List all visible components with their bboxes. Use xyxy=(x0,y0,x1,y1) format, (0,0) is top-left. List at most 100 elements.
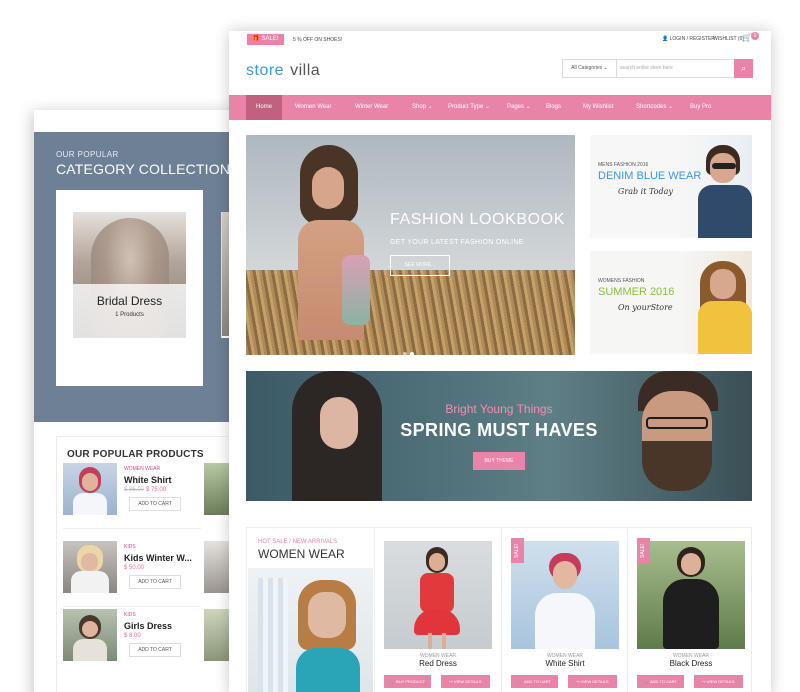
bridal-dress-photo: Bridal Dress 1 Products xyxy=(73,212,186,338)
product-card[interactable]: SALE! WOMEN WEAR Black Dress 🛒 ADD TO CA… xyxy=(631,528,758,692)
site-logo[interactable]: store villa xyxy=(246,62,320,80)
add-to-cart-button[interactable]: ADD TO CART xyxy=(129,643,181,657)
banner-script: On yourStore xyxy=(618,303,673,312)
popular-products-title: OUR POPULAR PRODUCTS xyxy=(67,449,204,460)
sale-tag: SALE! xyxy=(637,538,650,563)
product-image[interactable] xyxy=(384,541,492,649)
nav-home[interactable]: Home xyxy=(246,95,283,120)
sale-tag: SALE! xyxy=(511,538,524,563)
nav-product-type[interactable]: Product Type ⌄ xyxy=(448,95,490,120)
add-to-cart-button[interactable]: 🛒 ADD TO CART xyxy=(637,675,684,688)
view-details-button[interactable]: ↪ VIEW DETAILS xyxy=(441,675,490,688)
search-icon: ⌕ xyxy=(740,63,747,73)
category-card[interactable]: Bridal Dress 1 Products xyxy=(56,190,203,386)
cart-icon: 🛒 xyxy=(389,679,395,684)
nav-shortcodes[interactable]: Shortcodes ⌄ xyxy=(636,95,673,120)
list-item[interactable]: KIDS Girls Dress $ 8.00 ADD TO CART xyxy=(63,609,238,667)
promo-text: 5 % OFF ON SHOES! xyxy=(293,37,343,43)
gift-icon: 🎁 xyxy=(252,36,260,42)
product-name[interactable]: White Shirt xyxy=(124,475,172,485)
product-name[interactable]: Girls Dress xyxy=(124,621,172,631)
product-card[interactable]: WOMEN WEAR Red Dress 🛒 BUY PRODUCT ↪ VIE… xyxy=(378,528,505,692)
spring-banner[interactable]: Bright Young Things SPRING MUST HAVES BU… xyxy=(246,371,752,501)
buy-theme-button[interactable]: BUY THEME xyxy=(473,452,525,470)
search-input[interactable]: search entire store here xyxy=(620,60,728,77)
product-image[interactable] xyxy=(637,541,745,649)
product-image[interactable] xyxy=(511,541,619,649)
nav-shop[interactable]: Shop ⌄ xyxy=(412,95,433,120)
spring-title: SPRING MUST HAVES xyxy=(400,420,598,440)
buy-product-button[interactable]: 🛒 BUY PRODUCT xyxy=(384,675,431,688)
product-price: $ 50.00 xyxy=(124,565,145,571)
share-icon: ↪ xyxy=(576,679,580,684)
category-card-count: 1 Products xyxy=(115,312,144,318)
banner-title: DENIM BLUE WEAR xyxy=(598,170,702,182)
spring-subtitle: Bright Young Things xyxy=(445,402,553,416)
slider-dot-active[interactable] xyxy=(410,352,414,355)
product-name[interactable]: Black Dress xyxy=(631,659,751,668)
women-wear-section: HOT SALE / NEW ARRIVALS WOMEN WEAR WOMEN… xyxy=(246,527,752,692)
add-to-cart-button[interactable]: 🛒 ADD TO CART xyxy=(511,675,558,688)
hero-model-image xyxy=(290,145,370,345)
see-more-button[interactable]: SEE MORE... xyxy=(390,255,450,276)
sale-badge[interactable]: 🎁 SALE! xyxy=(247,34,284,45)
user-icon: 👤 xyxy=(662,36,669,42)
mens-fashion-banner[interactable]: MENS FASHION 2016 DENIM BLUE WEAR Grab i… xyxy=(590,135,752,238)
slider-dots xyxy=(403,343,417,355)
section-title: WOMEN WEAR xyxy=(258,547,345,561)
section-kicker: HOT SALE / NEW ARRIVALS xyxy=(258,539,338,545)
search-bar: All Categories ⌄ search entire store her… xyxy=(562,59,753,78)
homepage-preview: 🎁 SALE! 5 % OFF ON SHOES! 👤 LOGIN / REGIS… xyxy=(229,31,771,692)
top-bar: 🎁 SALE! 5 % OFF ON SHOES! 👤 LOGIN / REGIS… xyxy=(229,31,771,49)
view-details-button[interactable]: ↪ VIEW DETAILS xyxy=(568,675,617,688)
nav-winter-wear[interactable]: Winter Wear xyxy=(355,95,388,120)
product-price: $ 85.00 $ 75.00 xyxy=(124,487,167,493)
cart-icon: 🛒 xyxy=(518,679,524,684)
female-model-image xyxy=(694,257,752,354)
slider-dot[interactable] xyxy=(403,352,407,355)
womens-fashion-banner[interactable]: WOMENS FASHION SUMMER 2016 On yourStore xyxy=(590,251,752,354)
hero-title: FASHION LOOKBOOK xyxy=(390,211,565,228)
login-register-link[interactable]: 👤 LOGIN / REGISTER xyxy=(662,36,715,42)
product-card[interactable]: SALE! WOMEN WEAR White Shirt 🛒 ADD TO CA… xyxy=(505,528,632,692)
nav-pages[interactable]: Pages ⌄ xyxy=(507,95,531,120)
nav-women-wear[interactable]: Women Wear xyxy=(295,95,331,120)
main-navigation: Home Women Wear Winter Wear Shop ⌄ Produ… xyxy=(229,95,771,120)
add-to-cart-button[interactable]: ADD TO CART xyxy=(129,575,181,589)
women-wear-feature-image[interactable] xyxy=(248,568,373,692)
share-icon: ↪ xyxy=(449,679,453,684)
add-to-cart-button[interactable]: ADD TO CART xyxy=(129,497,181,511)
hero-subtitle: GET YOUR LATEST FASHION ONLINE xyxy=(390,239,524,246)
search-category-select[interactable]: All Categories ⌄ xyxy=(563,60,617,77)
hero-slider[interactable]: FASHION LOOKBOOK GET YOUR LATEST FASHION… xyxy=(246,135,575,355)
banner-kicker: WOMENS FASHION xyxy=(598,278,645,284)
product-thumbnail[interactable] xyxy=(63,541,117,593)
product-name[interactable]: Kids Winter W... xyxy=(124,553,192,563)
product-thumbnail[interactable] xyxy=(63,463,117,515)
list-item[interactable]: KIDS Kids Winter W... $ 50.00 ADD TO CAR… xyxy=(63,541,238,599)
banner-kicker: MENS FASHION 2016 xyxy=(598,162,649,168)
product-category: KIDS xyxy=(124,612,136,618)
wishlist-link[interactable]: WISHLIST (0) xyxy=(713,36,744,42)
share-icon: ↪ xyxy=(702,679,706,684)
product-name[interactable]: White Shirt xyxy=(505,659,625,668)
product-category: KIDS xyxy=(124,544,136,550)
cart-count-badge: 0 xyxy=(751,32,759,40)
product-name[interactable]: Red Dress xyxy=(378,659,498,668)
list-item[interactable]: WOMEN WEAR White Shirt $ 85.00 $ 75.00 AD… xyxy=(63,463,238,521)
nav-blogs[interactable]: Blogs xyxy=(546,95,561,120)
banner-title: SUMMER 2016 xyxy=(598,286,675,298)
category-card-name: Bridal Dress xyxy=(96,294,163,308)
category-kicker: OUR POPULAR xyxy=(56,150,119,159)
theme-preview: OUR POPULAR CATEGORY COLLECTION Bridal D… xyxy=(0,0,800,692)
nav-my-wishlist[interactable]: My Wishlist xyxy=(583,95,613,120)
nav-buy-pro[interactable]: Buy Pro xyxy=(690,95,711,120)
male-model-image xyxy=(694,141,752,238)
product-price: $ 8.00 xyxy=(124,633,141,639)
product-category: WOMEN WEAR xyxy=(124,466,161,472)
view-details-button[interactable]: ↪ VIEW DETAILS xyxy=(694,675,743,688)
search-button[interactable]: ⌕ xyxy=(734,59,753,78)
category-title: CATEGORY COLLECTION xyxy=(56,161,231,177)
product-thumbnail[interactable] xyxy=(63,609,117,661)
cart-icon: 🛒 xyxy=(644,679,650,684)
